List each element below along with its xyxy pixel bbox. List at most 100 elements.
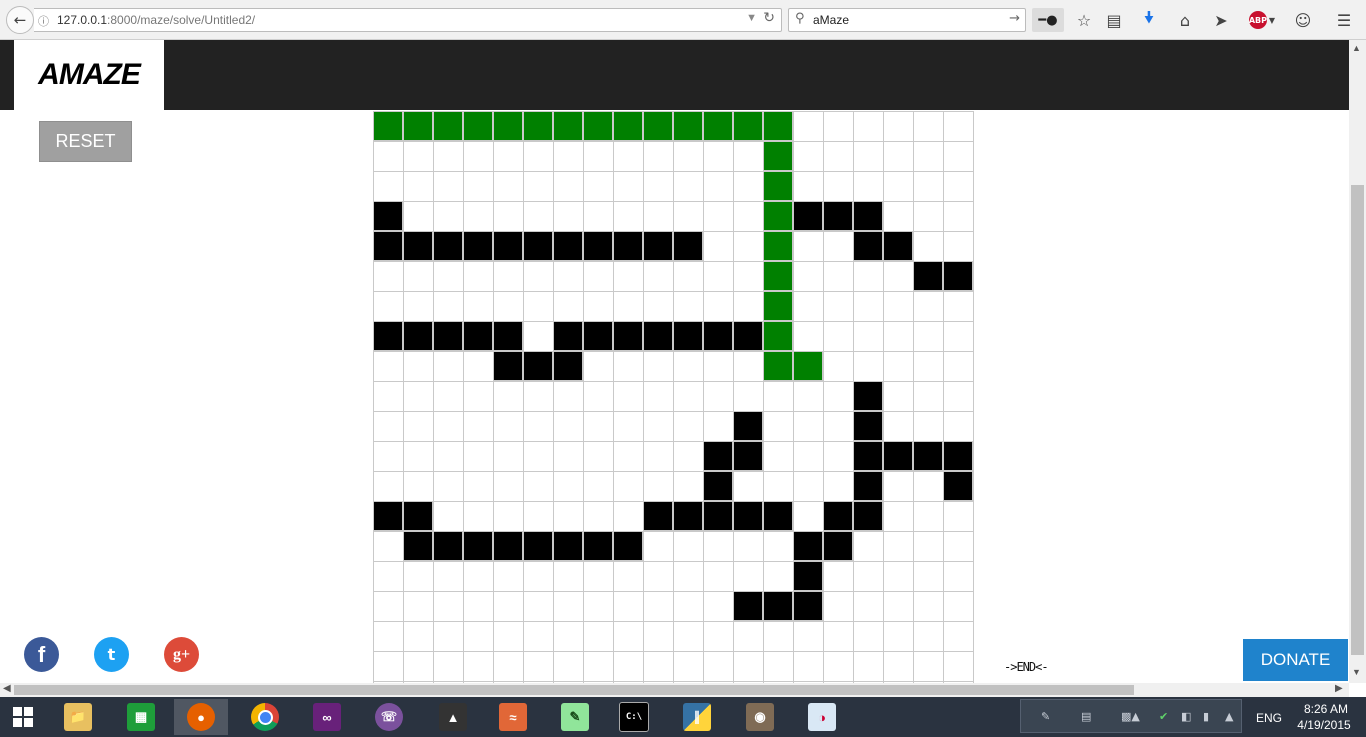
maze-wall-cell[interactable]: [553, 531, 583, 561]
file-explorer-icon[interactable]: 📁: [51, 699, 105, 735]
search-input[interactable]: aMaze: [813, 13, 849, 27]
maze-path-cell[interactable]: [733, 111, 763, 141]
maze-wall-cell[interactable]: [583, 531, 613, 561]
firefox-icon[interactable]: ●: [174, 699, 228, 735]
reset-button[interactable]: RESET: [39, 121, 132, 162]
maze-path-cell[interactable]: [793, 351, 823, 381]
tray-document-icon[interactable]: ▤: [1081, 710, 1091, 723]
maze-wall-cell[interactable]: [703, 471, 733, 501]
home-icon[interactable]: ⌂: [1173, 8, 1197, 32]
maze-wall-cell[interactable]: [463, 321, 493, 351]
maze-wall-cell[interactable]: [853, 381, 883, 411]
maze-path-cell[interactable]: [373, 111, 403, 141]
maze-path-cell[interactable]: [763, 171, 793, 201]
maze-wall-cell[interactable]: [913, 441, 943, 471]
gimp-icon[interactable]: ◉: [733, 699, 787, 735]
maze-wall-cell[interactable]: [493, 321, 523, 351]
maze-wall-cell[interactable]: [403, 231, 433, 261]
maze-wall-cell[interactable]: [763, 591, 793, 621]
matlab-icon[interactable]: ≈: [486, 699, 540, 735]
maze-path-cell[interactable]: [643, 111, 673, 141]
maze-wall-cell[interactable]: [403, 531, 433, 561]
maze-path-cell[interactable]: [763, 141, 793, 171]
bookmark-star-icon[interactable]: ☆: [1072, 8, 1096, 32]
pin-icon[interactable]: ━●: [1032, 8, 1064, 32]
logo[interactable]: AMAZE: [14, 40, 164, 110]
maze-wall-cell[interactable]: [733, 441, 763, 471]
maze-wall-cell[interactable]: [553, 351, 583, 381]
vertical-scrollbar[interactable]: ▲ ▼: [1349, 40, 1366, 683]
maze-wall-cell[interactable]: [763, 501, 793, 531]
maze-path-cell[interactable]: [583, 111, 613, 141]
maze-wall-cell[interactable]: [613, 531, 643, 561]
url-dropdown-icon[interactable]: ▼: [746, 12, 757, 24]
maze-grid[interactable]: [373, 111, 974, 683]
maze-wall-cell[interactable]: [853, 201, 883, 231]
maze-path-cell[interactable]: [523, 111, 553, 141]
maze-wall-cell[interactable]: [523, 351, 553, 381]
site-info-icon[interactable]: ⓘ: [38, 13, 49, 29]
send-icon[interactable]: ➤: [1209, 8, 1233, 32]
windows-store-icon[interactable]: ▦: [114, 699, 168, 735]
maze-wall-cell[interactable]: [673, 321, 703, 351]
clock-date[interactable]: 4/19/2015: [1290, 718, 1358, 732]
maze-wall-cell[interactable]: [463, 531, 493, 561]
maze-wall-cell[interactable]: [373, 231, 403, 261]
maze-wall-cell[interactable]: [433, 531, 463, 561]
maze-wall-cell[interactable]: [433, 231, 463, 261]
visual-studio-icon[interactable]: ∞: [300, 699, 354, 735]
maze-wall-cell[interactable]: [823, 531, 853, 561]
scroll-down-icon[interactable]: ▼: [1352, 667, 1361, 677]
maze-wall-cell[interactable]: [793, 561, 823, 591]
maze-wall-cell[interactable]: [463, 231, 493, 261]
download-icon[interactable]: 🠟: [1137, 8, 1161, 32]
maze-wall-cell[interactable]: [673, 231, 703, 261]
language-indicator[interactable]: ENG: [1256, 711, 1282, 725]
maze-wall-cell[interactable]: [493, 231, 523, 261]
chat-icon[interactable]: ☺: [1291, 8, 1315, 32]
maze-wall-cell[interactable]: [613, 231, 643, 261]
maze-wall-cell[interactable]: [793, 591, 823, 621]
maze-path-cell[interactable]: [433, 111, 463, 141]
url-text[interactable]: 127.0.0.1:8000/maze/solve/Untitled2/: [57, 13, 255, 27]
maze-path-cell[interactable]: [763, 201, 793, 231]
maze-wall-cell[interactable]: [793, 201, 823, 231]
maze-wall-cell[interactable]: [703, 501, 733, 531]
maze-wall-cell[interactable]: [853, 231, 883, 261]
python-icon[interactable]: ∥: [670, 699, 724, 735]
adblock-icon[interactable]: ABP ▼: [1246, 8, 1278, 32]
twitter-icon[interactable]: t: [94, 637, 129, 672]
reload-icon[interactable]: ↻: [763, 10, 775, 26]
maze-wall-cell[interactable]: [853, 441, 883, 471]
maze-path-cell[interactable]: [403, 111, 433, 141]
notepad-plus-plus-icon[interactable]: ✎: [548, 699, 602, 735]
horizontal-scroll-thumb[interactable]: [14, 685, 1134, 695]
maze-wall-cell[interactable]: [643, 321, 673, 351]
donate-button[interactable]: DONATE: [1243, 639, 1348, 681]
maze-wall-cell[interactable]: [373, 501, 403, 531]
maze-wall-cell[interactable]: [583, 321, 613, 351]
maze-wall-cell[interactable]: [553, 231, 583, 261]
maze-wall-cell[interactable]: [733, 591, 763, 621]
maze-path-cell[interactable]: [553, 111, 583, 141]
maze-wall-cell[interactable]: [823, 201, 853, 231]
maze-wall-cell[interactable]: [823, 501, 853, 531]
maze-path-cell[interactable]: [673, 111, 703, 141]
facebook-icon[interactable]: f: [24, 637, 59, 672]
unity-icon[interactable]: ▲: [426, 699, 480, 735]
vertical-scroll-thumb[interactable]: [1351, 185, 1364, 655]
horizontal-scrollbar[interactable]: ◀ ▶: [0, 683, 1349, 697]
maze-wall-cell[interactable]: [943, 261, 973, 291]
command-prompt-icon[interactable]: C:\: [607, 699, 661, 735]
maze-wall-cell[interactable]: [913, 261, 943, 291]
maze-path-cell[interactable]: [763, 321, 793, 351]
maze-wall-cell[interactable]: [703, 441, 733, 471]
chrome-icon[interactable]: [238, 699, 292, 735]
maze-path-cell[interactable]: [763, 351, 793, 381]
maze-path-cell[interactable]: [463, 111, 493, 141]
maze-path-cell[interactable]: [763, 291, 793, 321]
maze-wall-cell[interactable]: [643, 501, 673, 531]
maze-wall-cell[interactable]: [853, 501, 883, 531]
scroll-right-icon[interactable]: ▶: [1335, 683, 1343, 694]
maze-wall-cell[interactable]: [373, 201, 403, 231]
